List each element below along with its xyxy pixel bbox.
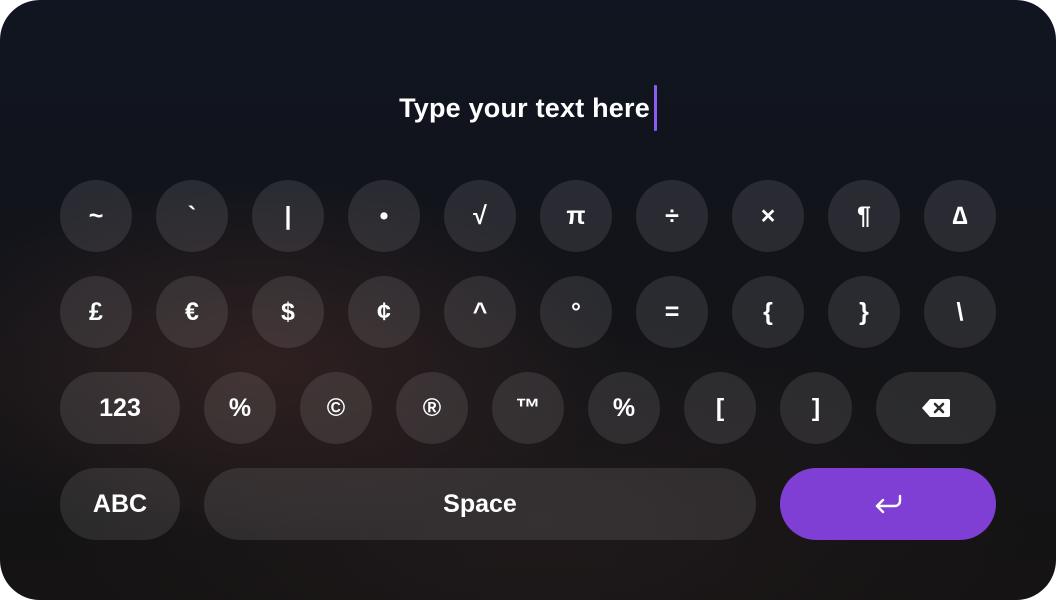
text-input[interactable]: Type your text here [0,80,1056,136]
key-equals[interactable]: = [636,276,708,348]
key-dollar[interactable]: $ [252,276,324,348]
backspace-button[interactable] [876,372,996,444]
key-right-brace[interactable]: } [828,276,900,348]
key-caret[interactable]: ^ [444,276,516,348]
key-copyright[interactable]: © [300,372,372,444]
key-backslash[interactable]: \ [924,276,996,348]
keyboard-panel: Type your text here ~ ` | • √ π ÷ × ¶ ∆ … [0,0,1056,600]
key-pound[interactable]: £ [60,276,132,348]
key-registered[interactable]: ® [396,372,468,444]
space-bar[interactable]: Space [204,468,756,540]
key-percent[interactable]: % [204,372,276,444]
key-trademark[interactable]: ™ [492,372,564,444]
text-input-value: Type your text here [399,92,650,123]
backspace-icon [922,399,950,417]
key-backtick[interactable]: ` [156,180,228,252]
abc-mode-button[interactable]: ABC [60,468,180,540]
key-percent-2[interactable]: % [588,372,660,444]
key-bullet[interactable]: • [348,180,420,252]
key-pipe[interactable]: | [252,180,324,252]
return-arrow-icon [875,494,902,514]
key-square-root[interactable]: √ [444,180,516,252]
key-right-bracket[interactable]: ] [780,372,852,444]
key-euro[interactable]: € [156,276,228,348]
numbers-mode-button[interactable]: 123 [60,372,180,444]
key-divide[interactable]: ÷ [636,180,708,252]
key-delta[interactable]: ∆ [924,180,996,252]
key-pi[interactable]: π [540,180,612,252]
key-left-bracket[interactable]: [ [684,372,756,444]
key-degree[interactable]: ° [540,276,612,348]
key-cent[interactable]: ¢ [348,276,420,348]
key-multiply[interactable]: × [732,180,804,252]
text-caret [653,85,657,131]
key-pilcrow[interactable]: ¶ [828,180,900,252]
enter-button[interactable] [780,468,996,540]
key-tilde[interactable]: ~ [60,180,132,252]
key-left-brace[interactable]: { [732,276,804,348]
